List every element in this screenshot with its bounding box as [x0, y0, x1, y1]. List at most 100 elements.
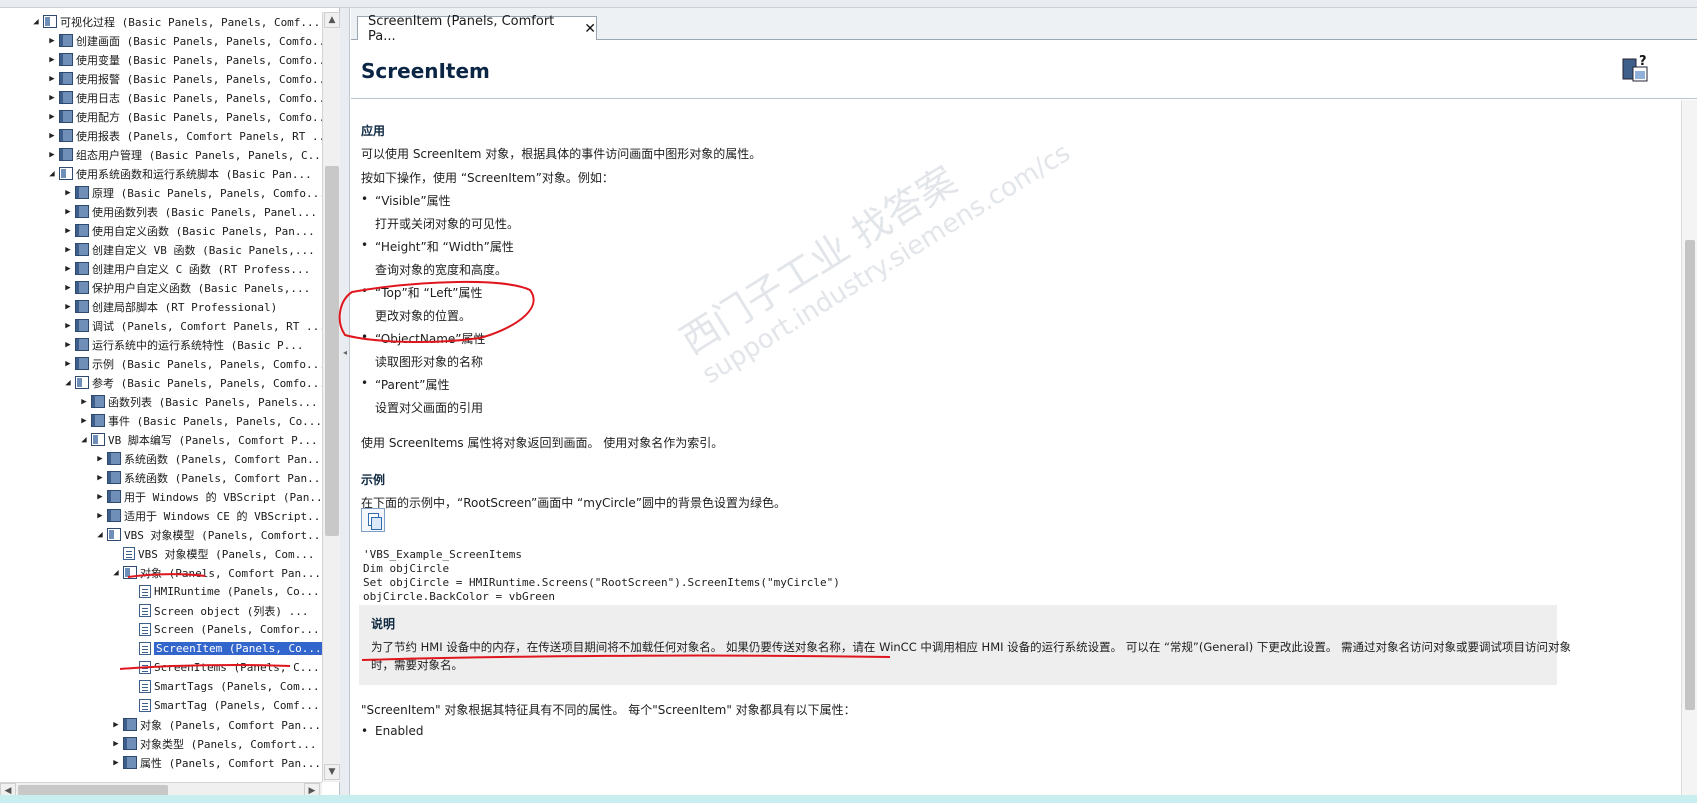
tree-item[interactable]: ▶ 使用自定义函数 (Basic Panels, Pan... [62, 221, 315, 240]
expand-down-arrow-icon[interactable]: ◢ [46, 169, 58, 179]
tree-item[interactable]: ▶ 事件 (Basic Panels, Panels, Co... [78, 411, 322, 430]
tree-item[interactable]: ▶ 对象类型 (Panels, Comfort... [110, 734, 316, 753]
content-scroll-thumb[interactable] [1685, 240, 1695, 710]
tree-item[interactable]: ◢ 参考 (Basic Panels, Panels, Comfo... [62, 373, 322, 392]
tree-item[interactable]: ▶ 创建局部脚本 (RT Professional) [62, 297, 277, 316]
expand-right-arrow-icon[interactable]: ▶ [62, 188, 74, 198]
scroll-down-arrow-icon[interactable]: ▼ [324, 764, 340, 780]
expand-right-arrow-icon[interactable]: ▶ [62, 340, 74, 350]
tree-item-label: VB 脚本编写 (Panels, Comfort P... [108, 433, 318, 447]
expand-right-arrow-icon[interactable]: ▶ [46, 112, 58, 122]
scroll-up-arrow-icon[interactable]: ▲ [324, 12, 340, 28]
book-icon [107, 509, 121, 522]
bullet-parent: “Parent”属性 [375, 378, 450, 392]
tree-item-label: 使用系统函数和运行系统脚本 (Basic Pan... [76, 167, 312, 181]
tree-item[interactable]: ▶ 系统函数 (Panels, Comfort Pan... [94, 449, 322, 468]
expand-down-arrow-icon[interactable]: ◢ [110, 568, 122, 578]
tree-item[interactable]: ◢ 对象 (Panels, Comfort Pan... [110, 563, 321, 582]
copy-code-button[interactable] [361, 508, 385, 532]
tree-item[interactable]: HMIRuntime (Panels, Co... [126, 582, 320, 601]
bullet-dot: • [361, 376, 369, 390]
tree-item[interactable]: ▶ 创建画面 (Basic Panels, Panels, Comfo... [46, 31, 322, 50]
tree-item[interactable]: ▶ 保护用户自定义函数 (Basic Panels,... [62, 278, 310, 297]
expand-down-arrow-icon[interactable]: ◢ [30, 17, 42, 27]
expand-right-arrow-icon[interactable]: ▶ [110, 739, 122, 749]
tab-screenitem[interactable]: ScreenItem (Panels, Comfort Pa... ✕ [357, 14, 597, 44]
tree-item-label: ScreenItem (Panels, Co... [154, 642, 322, 655]
tree-item[interactable]: ▶ 对象 (Panels, Comfort Pan... [110, 715, 321, 734]
tree-item[interactable]: SmartTags (Panels, Com... [126, 677, 320, 696]
tree-item[interactable]: ScreenItems (Panels, C... [126, 658, 320, 677]
help-book-icon[interactable]: ? [1621, 53, 1651, 85]
tree-item[interactable]: ▶ 适用于 Windows CE 的 VBScript... [94, 506, 322, 525]
tree-item[interactable]: ▶ 创建自定义 VB 函数 (Basic Panels,... [62, 240, 315, 259]
expand-right-arrow-icon[interactable]: ▶ [62, 283, 74, 293]
expand-down-arrow-icon[interactable]: ◢ [94, 530, 106, 540]
tree-item[interactable]: ▶ 使用日志 (Basic Panels, Panels, Comfo... [46, 88, 322, 107]
expand-right-arrow-icon[interactable]: ▶ [78, 416, 90, 426]
expand-right-arrow-icon[interactable]: ▶ [94, 454, 106, 464]
tree-item[interactable]: Screen object (列表) ... [126, 601, 308, 620]
tree-item[interactable]: Screen (Panels, Comfor... [126, 620, 320, 639]
tree-item[interactable]: ▶ 原理 (Basic Panels, Panels, Comfo... [62, 183, 322, 202]
tree-item[interactable]: ▶ 创建用户自定义 C 函数 (RT Profess... [62, 259, 310, 278]
expand-right-arrow-icon[interactable]: ▶ [46, 93, 58, 103]
book-icon [75, 224, 89, 237]
expand-right-arrow-icon[interactable]: ▶ [46, 55, 58, 65]
pane-splitter[interactable]: ◂ [340, 8, 350, 803]
bullet-height-width: “Height”和 “Width”属性 [375, 240, 514, 254]
content-vertical-scrollbar[interactable] [1681, 100, 1697, 803]
expand-down-arrow-icon[interactable]: ◢ [62, 378, 74, 388]
expand-right-arrow-icon[interactable]: ▶ [62, 264, 74, 274]
expand-right-arrow-icon[interactable]: ▶ [94, 511, 106, 521]
tree-item[interactable]: ▶ 使用函数列表 (Basic Panels, Panel... [62, 202, 317, 221]
tree-item[interactable]: ◢ VB 脚本编写 (Panels, Comfort P... [78, 430, 318, 449]
expand-right-arrow-icon[interactable]: ▶ [62, 226, 74, 236]
status-strip [0, 795, 1697, 803]
expand-right-arrow-icon[interactable]: ▶ [62, 321, 74, 331]
tree-item[interactable]: ▶ 用于 Windows 的 VBScript (Pan... [94, 487, 322, 506]
tree-vertical-scrollbar[interactable]: ▲ ▼ [322, 12, 340, 782]
expand-right-arrow-icon[interactable]: ▶ [78, 397, 90, 407]
tree-item[interactable]: ▶ 属性 (Panels, Comfort Pan... [110, 753, 321, 772]
page-title: ScreenItem [361, 59, 490, 83]
tree-item[interactable]: ▶ 组态用户管理 (Basic Panels, Panels, C... [46, 145, 322, 164]
tree-item[interactable]: ◢ VBS 对象模型 (Panels, Comfort... [94, 525, 322, 544]
close-icon[interactable]: ✕ [584, 21, 596, 37]
expand-right-arrow-icon[interactable]: ▶ [94, 492, 106, 502]
expand-right-arrow-icon[interactable]: ▶ [110, 758, 122, 768]
intro-paragraph-1: 可以使用 ScreenItem 对象，根据具体的事件访问画面中图形对象的属性。 [361, 147, 762, 161]
tree-item-label: 调试 (Panels, Comfort Panels, RT ... [92, 319, 322, 333]
expand-right-arrow-icon[interactable]: ▶ [46, 131, 58, 141]
tree-item[interactable]: ▶ 函数列表 (Basic Panels, Panels... [78, 392, 318, 411]
expand-down-arrow-icon[interactable]: ◢ [78, 435, 90, 445]
tree-item[interactable]: ScreenItem (Panels, Co... [126, 639, 322, 658]
expand-right-arrow-icon[interactable]: ▶ [46, 74, 58, 84]
tree-item[interactable]: VBS 对象模型 (Panels, Com... [110, 544, 314, 563]
tree-item-label: 对象 (Panels, Comfort Pan... [140, 718, 321, 732]
expand-right-arrow-icon[interactable]: ▶ [110, 720, 122, 730]
expand-right-arrow-icon[interactable]: ▶ [94, 473, 106, 483]
expand-right-arrow-icon[interactable]: ▶ [62, 207, 74, 217]
expand-right-arrow-icon[interactable]: ▶ [62, 302, 74, 312]
tree-item[interactable]: ▶ 使用变量 (Basic Panels, Panels, Comfo... [46, 50, 322, 69]
tree-item[interactable]: ▶ 使用配方 (Basic Panels, Panels, Comfo... [46, 107, 322, 126]
expand-right-arrow-icon[interactable]: ▶ [62, 359, 74, 369]
bullet-dot: • [361, 238, 369, 252]
tree-item[interactable]: ▶ 示例 (Basic Panels, Panels, Comfo... [62, 354, 322, 373]
expand-right-arrow-icon[interactable]: ▶ [46, 150, 58, 160]
book-icon [59, 148, 73, 161]
tree-item[interactable]: SmartTag (Panels, Comf... [126, 696, 320, 715]
tree-item[interactable]: ▶ 使用报表 (Panels, Comfort Panels, RT ... [46, 126, 322, 145]
tree-item[interactable]: ▶ 使用报警 (Basic Panels, Panels, Comfo... [46, 69, 322, 88]
bullet-objectname-desc: 读取图形对象的名称 [375, 355, 484, 369]
tree-item[interactable]: ▶ 调试 (Panels, Comfort Panels, RT ... [62, 316, 322, 335]
expand-right-arrow-icon[interactable]: ▶ [46, 36, 58, 46]
tree-vertical-scroll-thumb[interactable] [325, 166, 339, 536]
tree-item[interactable]: ▶ 运行系统中的运行系统特性 (Basic P... [62, 335, 303, 354]
code-line: 'VBS_Example_ScreenItems [363, 548, 522, 561]
tree-item[interactable]: ▶ 系统函数 (Panels, Comfort Pan... [94, 468, 322, 487]
tree-item[interactable]: ◢ 使用系统函数和运行系统脚本 (Basic Pan... [46, 164, 312, 183]
expand-right-arrow-icon[interactable]: ▶ [62, 245, 74, 255]
tree-item[interactable]: ◢ 可视化过程 (Basic Panels, Panels, Comf... [30, 12, 320, 31]
